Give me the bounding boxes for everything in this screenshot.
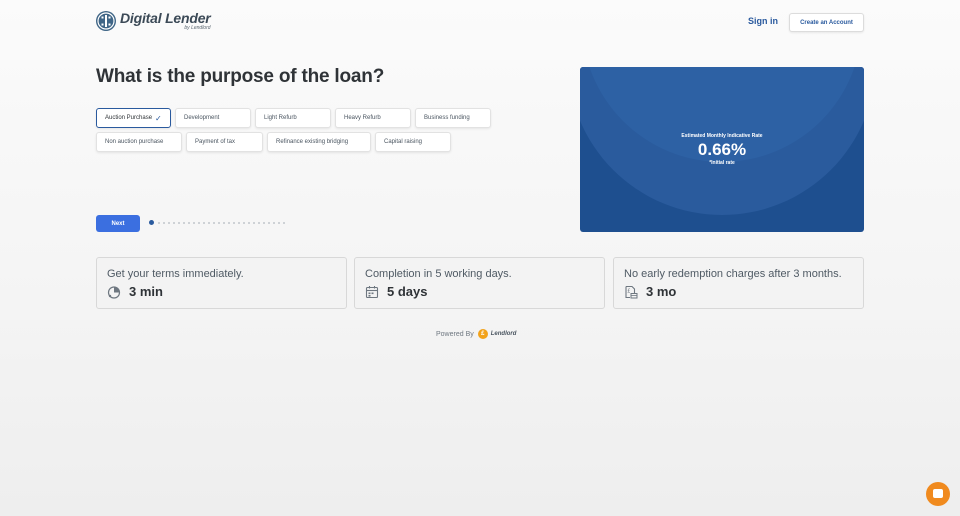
option-payment-of-tax[interactable]: Payment of tax xyxy=(186,132,263,152)
progress-dot xyxy=(188,221,190,224)
feature-card-terms: Get your terms immediately. 3 min xyxy=(96,257,347,309)
progress-dot xyxy=(213,221,215,224)
create-account-button[interactable]: Create an Account xyxy=(789,13,864,32)
rate-label: Estimated Monthly Indicative Rate xyxy=(681,133,763,139)
option-label: Non auction purchase xyxy=(105,139,164,145)
progress-dot xyxy=(163,221,165,224)
progress-dot xyxy=(253,221,255,224)
option-non-auction-purchase[interactable]: Non auction purchase xyxy=(96,132,182,152)
progress-dot xyxy=(263,221,265,224)
lender-logo-icon xyxy=(96,11,116,31)
progress-dot xyxy=(193,221,195,224)
feature-title: Completion in 5 working days. xyxy=(365,268,512,280)
rate-value: 0.66% xyxy=(697,140,747,159)
feature-value: 3 min xyxy=(129,284,163,299)
chat-launcher-button[interactable] xyxy=(926,482,950,506)
progress-dot xyxy=(278,221,280,224)
next-button[interactable]: Next xyxy=(96,215,140,232)
lendlord-name: Lendlord xyxy=(490,331,517,337)
progress-dot xyxy=(173,221,175,224)
progress-dot xyxy=(243,221,245,224)
chat-icon xyxy=(933,489,943,498)
progress-dot xyxy=(198,221,200,224)
option-business-funding[interactable]: Business funding xyxy=(415,108,491,128)
progress-dot xyxy=(233,221,235,224)
brand-subtitle: by Lendlord xyxy=(184,25,211,31)
feature-card-completion: Completion in 5 working days. 5 days xyxy=(354,257,605,309)
rate-note: *Initial rate xyxy=(709,160,735,166)
feature-value: 5 days xyxy=(387,284,428,299)
progress-dot xyxy=(168,221,170,224)
lendlord-logo-icon: £ xyxy=(477,329,488,339)
rate-card: Estimated Monthly Indicative Rate 0.66% … xyxy=(580,67,864,232)
page-title: What is the purpose of the loan? xyxy=(96,66,385,87)
progress-dot xyxy=(178,221,180,224)
check-icon: ✓ xyxy=(155,113,162,123)
feature-title: Get your terms immediately. xyxy=(107,268,244,280)
progress-dot xyxy=(283,221,285,224)
brand-title: Digital Lender xyxy=(120,10,211,26)
progress-dot xyxy=(273,221,275,224)
timer-icon xyxy=(107,285,121,299)
option-heavy-refurb[interactable]: Heavy Refurb xyxy=(335,108,411,128)
progress-dot xyxy=(208,221,210,224)
option-development[interactable]: Development xyxy=(175,108,251,128)
option-label: Capital raising xyxy=(384,139,423,145)
option-refinance-existing-bridging[interactable]: Refinance existing bridging xyxy=(267,132,371,152)
progress-dot xyxy=(203,221,205,224)
brand-logo[interactable]: Digital Lender by Lendlord xyxy=(96,11,211,31)
option-capital-raising[interactable]: Capital raising xyxy=(375,132,451,152)
option-label: Development xyxy=(184,115,220,121)
progress-dot xyxy=(218,221,220,224)
option-label: Payment of tax xyxy=(195,139,236,145)
document-pound-icon: £ xyxy=(625,285,638,298)
option-label: Auction Purchase xyxy=(105,115,153,121)
option-label: Refinance existing bridging xyxy=(276,139,349,145)
option-auction-purchase[interactable]: Auction Purchase ✓ xyxy=(96,108,171,128)
powered-by-label: Powered By xyxy=(436,330,474,338)
progress-dot xyxy=(223,221,225,224)
progress-dot xyxy=(158,221,160,224)
feature-title: No early redemption charges after 3 mont… xyxy=(624,268,842,280)
progress-dot-active xyxy=(149,220,154,225)
progress-dot xyxy=(258,221,260,224)
svg-text:£: £ xyxy=(627,288,630,294)
calendar-icon xyxy=(365,285,379,298)
option-label: Heavy Refurb xyxy=(344,115,381,121)
option-light-refurb[interactable]: Light Refurb xyxy=(255,108,331,128)
option-label: Business funding xyxy=(424,115,470,121)
feature-card-redemption: No early redemption charges after 3 mont… xyxy=(613,257,864,309)
progress-dot xyxy=(268,221,270,224)
feature-value: 3 mo xyxy=(646,284,677,299)
powered-by: Powered By £ Lendlord xyxy=(436,329,516,339)
progress-dots xyxy=(149,220,288,225)
option-label: Light Refurb xyxy=(264,115,297,121)
progress-dot xyxy=(238,221,240,224)
progress-dot xyxy=(228,221,230,224)
sign-in-link[interactable]: Sign in xyxy=(748,16,778,26)
progress-dot xyxy=(248,221,250,224)
progress-dot xyxy=(183,221,185,224)
